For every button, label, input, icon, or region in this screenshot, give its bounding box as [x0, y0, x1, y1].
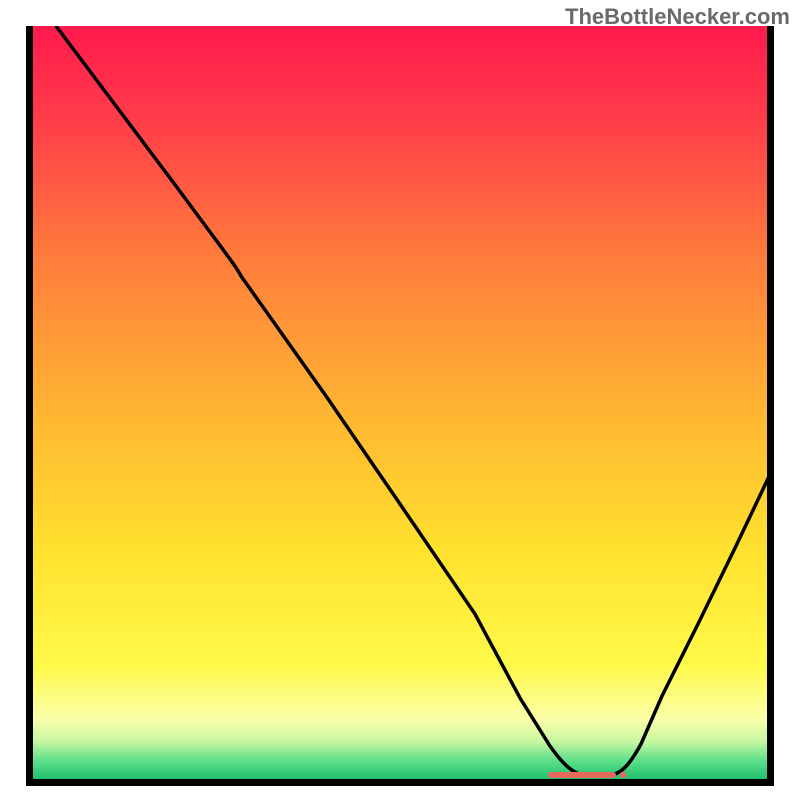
chart-background [33, 26, 767, 779]
chart-container: TheBottleNecker.com [0, 0, 800, 800]
chart-plot [26, 26, 774, 786]
axis-right [767, 26, 774, 786]
watermark-label: TheBottleNecker.com [565, 4, 790, 30]
axis-left [26, 26, 33, 786]
marker-bar [548, 772, 626, 778]
axis-bottom [26, 779, 774, 786]
